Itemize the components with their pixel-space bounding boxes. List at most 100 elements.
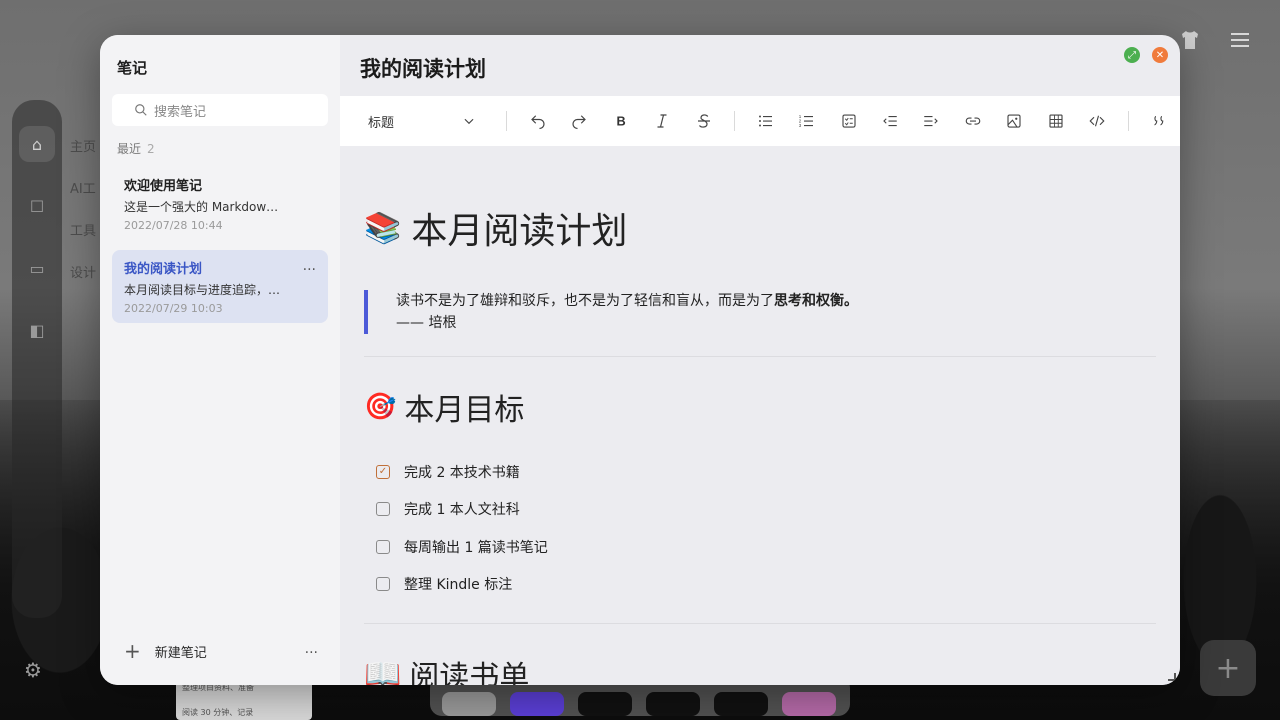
notes-sidebar: 笔记 搜索笔记 最近 2 欢迎使用笔记 这是一个强大的 Markdow… 2022… bbox=[100, 35, 340, 685]
robot-icon: ☐ bbox=[29, 196, 45, 216]
editor-content[interactable]: 📚 本月阅读计划 读书不是为了雄辩和驳斥，也不是为了轻信和盲从，而是为了思考和权… bbox=[340, 146, 1180, 685]
menu-icon[interactable] bbox=[1228, 28, 1252, 52]
task-item: 整理 Kindle 标注 bbox=[364, 566, 1156, 604]
undo-icon[interactable] bbox=[517, 106, 558, 136]
books-icon: 📚 bbox=[364, 210, 402, 246]
code-icon[interactable] bbox=[1076, 106, 1117, 136]
window-controls: ⤢ ✕ bbox=[1124, 47, 1168, 63]
ordered-list-icon[interactable]: 123 bbox=[787, 106, 828, 136]
bold-icon[interactable]: B bbox=[600, 106, 641, 136]
svg-text:3: 3 bbox=[799, 123, 802, 128]
design-icon: ◧ bbox=[29, 320, 45, 340]
toolbox-icon: ▭ bbox=[29, 258, 45, 278]
background-add-button: + bbox=[1200, 640, 1256, 696]
task-item: ✓ 完成 2 本技术书籍 bbox=[364, 453, 1156, 491]
bg-label: 工具 bbox=[70, 224, 97, 239]
quote-text: 读书不是为了雄辩和驳斥，也不是为了轻信和盲从，而是为了 bbox=[396, 293, 774, 309]
bg-card-line: 阅读 30 分钟、记录 bbox=[182, 708, 254, 717]
dock-app bbox=[782, 692, 836, 716]
close-icon[interactable]: ✕ bbox=[1152, 47, 1168, 63]
indent-icon[interactable] bbox=[911, 106, 952, 136]
image-icon[interactable] bbox=[993, 106, 1034, 136]
note-title: 欢迎使用笔记 bbox=[124, 179, 203, 194]
search-icon bbox=[135, 104, 147, 116]
editor-main: 我的阅读计划 ⤢ ✕ 标题 B 123 📚 本月阅读计划 读书不是为了雄辩和驳斥… bbox=[340, 35, 1180, 685]
heading-1-text: 本月阅读计划 bbox=[411, 211, 628, 252]
bg-label: AI工 bbox=[70, 182, 96, 197]
section-label: 最近 2 bbox=[117, 140, 328, 157]
heading-select[interactable]: 标题 bbox=[368, 112, 476, 131]
svg-text:B: B bbox=[616, 114, 625, 129]
notes-window: 笔记 搜索笔记 最近 2 欢迎使用笔记 这是一个强大的 Markdow… 2022… bbox=[100, 35, 1180, 685]
shirt-icon[interactable] bbox=[1178, 28, 1202, 52]
blockquote: 读书不是为了雄辩和驳斥，也不是为了轻信和盲从，而是为了思考和权衡。 —— 培根 bbox=[364, 290, 1156, 334]
checkbox[interactable] bbox=[376, 502, 390, 517]
redo-icon[interactable] bbox=[559, 106, 600, 136]
editor-toolbar: 标题 B 123 bbox=[340, 96, 1180, 146]
open-book-icon: 📖 bbox=[364, 656, 402, 686]
toolbar-divider bbox=[734, 111, 736, 131]
resize-handle[interactable] bbox=[1168, 673, 1176, 681]
heading-1: 📚 本月阅读计划 bbox=[364, 202, 1156, 254]
strikethrough-icon[interactable] bbox=[683, 106, 724, 136]
sidebar-title: 笔记 bbox=[117, 59, 148, 77]
note-list-item-active[interactable]: 我的阅读计划 本月阅读目标与进度追踪，… 2022/07/29 10:03 ··… bbox=[112, 250, 328, 323]
quote-bold: 思考和权衡。 bbox=[774, 293, 858, 309]
maximize-icon[interactable]: ⤢ bbox=[1124, 47, 1140, 63]
task-label: 完成 2 本技术书籍 bbox=[404, 464, 520, 481]
settings-icon: ⚙ bbox=[24, 658, 42, 682]
checkbox[interactable] bbox=[376, 577, 390, 592]
note-preview: 这是一个强大的 Markdow… bbox=[124, 200, 279, 214]
dock-app bbox=[442, 692, 496, 716]
more-icon[interactable]: ··· bbox=[303, 262, 316, 278]
task-label: 每周输出 1 篇读书笔记 bbox=[404, 539, 548, 556]
home-icon: ⌂ bbox=[19, 126, 55, 162]
toolbar-divider bbox=[1127, 111, 1129, 131]
note-date: 2022/07/29 10:03 bbox=[124, 302, 223, 315]
divider bbox=[364, 356, 1156, 357]
heading-2-text: 阅读书单 bbox=[409, 660, 530, 685]
bullet-list-icon[interactable] bbox=[745, 106, 786, 136]
dock-app bbox=[714, 692, 768, 716]
task-item: 每周输出 1 篇读书笔记 bbox=[364, 528, 1156, 566]
task-item: 完成 1 本人文社科 bbox=[364, 491, 1156, 529]
italic-icon[interactable] bbox=[641, 106, 682, 136]
heading-2-text: 本月目标 bbox=[404, 393, 525, 428]
section-label-text: 最近 bbox=[117, 142, 142, 156]
quote-author: —— 培根 bbox=[396, 315, 457, 331]
task-list: ✓ 完成 2 本技术书籍 完成 1 本人文社科 每周输出 1 篇读书笔记 整理 … bbox=[364, 453, 1156, 603]
chevron-down-icon bbox=[464, 118, 474, 125]
divider bbox=[364, 623, 1156, 624]
heading-2: 📖 阅读书单 bbox=[364, 652, 1156, 686]
toolbar-divider bbox=[506, 111, 508, 131]
heading-2: 🎯 本月目标 bbox=[364, 385, 1156, 429]
quote-icon[interactable] bbox=[1139, 106, 1180, 136]
task-list-icon[interactable] bbox=[828, 106, 869, 136]
search-input[interactable]: 搜索笔记 bbox=[112, 94, 328, 126]
section-count: 2 bbox=[147, 142, 155, 156]
note-title: 我的阅读计划 bbox=[124, 262, 203, 277]
background-labels: 主页 AI工 工具 设计 bbox=[70, 136, 96, 304]
quote-line: 读书不是为了雄辩和驳斥，也不是为了轻信和盲从，而是为了思考和权衡。 bbox=[396, 290, 1156, 312]
target-icon: 🎯 bbox=[364, 392, 397, 422]
task-label: 整理 Kindle 标注 bbox=[404, 577, 513, 594]
outdent-icon[interactable] bbox=[869, 106, 910, 136]
heading-select-value: 标题 bbox=[368, 115, 395, 131]
desktop-top-icons bbox=[1178, 28, 1252, 52]
dock-app bbox=[646, 692, 700, 716]
table-icon[interactable] bbox=[1035, 106, 1076, 136]
checkbox[interactable] bbox=[376, 539, 390, 554]
dock-app bbox=[578, 692, 632, 716]
search-placeholder: 搜索笔记 bbox=[154, 104, 207, 120]
more-icon[interactable]: ··· bbox=[305, 645, 318, 661]
document-title: 我的阅读计划 bbox=[360, 57, 486, 81]
note-list-item[interactable]: 欢迎使用笔记 这是一个强大的 Markdow… 2022/07/28 10:44 bbox=[112, 167, 328, 240]
bg-label: 主页 bbox=[70, 140, 97, 155]
new-note-label: 新建笔记 bbox=[154, 645, 207, 661]
checkbox-checked[interactable]: ✓ bbox=[376, 464, 390, 479]
task-label: 完成 1 本人文社科 bbox=[404, 502, 520, 519]
background-app-sidebar: ⌂ ☐ ▭ ◧ bbox=[12, 100, 62, 618]
link-icon[interactable] bbox=[952, 106, 993, 136]
bg-label: 设计 bbox=[70, 266, 97, 281]
new-note-button[interactable]: + 新建笔记 bbox=[124, 639, 207, 663]
